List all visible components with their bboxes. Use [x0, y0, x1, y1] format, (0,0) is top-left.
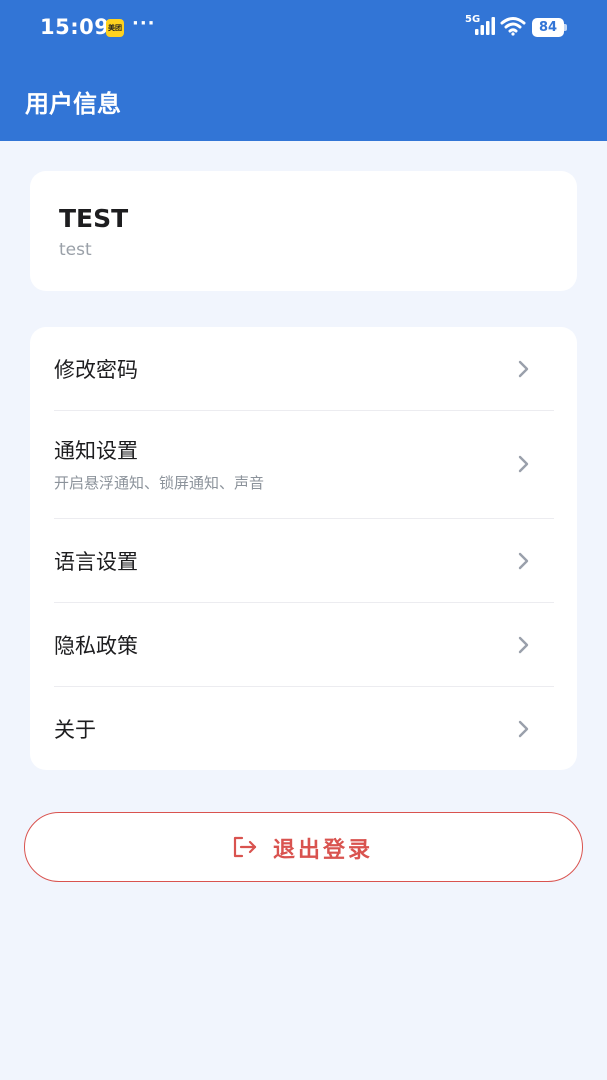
wifi-icon — [500, 17, 526, 36]
menu-item-about[interactable]: 关于 — [30, 687, 577, 770]
chevron-right-icon — [518, 360, 529, 378]
chevron-right-icon — [518, 636, 529, 654]
menu-item-change-password[interactable]: 修改密码 — [30, 327, 577, 410]
menu-item-language-settings[interactable]: 语言设置 — [30, 519, 577, 602]
page-title: 用户信息 — [25, 90, 121, 118]
menu-item-label: 修改密码 — [54, 358, 138, 382]
logout-button[interactable]: 退出登录 — [24, 812, 583, 882]
chevron-right-icon — [518, 455, 529, 473]
menu-item-notification-settings[interactable]: 通知设置 开启悬浮通知、锁屏通知、声音 — [30, 411, 577, 518]
battery-indicator: 84 — [532, 18, 564, 37]
signal-icon — [475, 17, 495, 35]
menu-item-label: 语言设置 — [54, 550, 138, 574]
chevron-right-icon — [518, 720, 529, 738]
user-account: test — [59, 240, 92, 260]
status-bar: 15:09 美团 ··· 5G 84 — [0, 0, 607, 56]
chevron-right-icon — [518, 552, 529, 570]
app-notification-icon: 美团 — [106, 19, 124, 37]
menu-item-label: 关于 — [54, 718, 96, 742]
more-notifications-icon: ··· — [132, 13, 156, 34]
battery-tip — [564, 24, 567, 31]
menu-item-privacy-policy[interactable]: 隐私政策 — [30, 603, 577, 686]
menu-item-description: 开启悬浮通知、锁屏通知、声音 — [54, 474, 265, 492]
user-name: TEST — [59, 204, 129, 233]
app-header: 15:09 美团 ··· 5G 84 用户信息 — [0, 0, 607, 141]
user-profile-card: TEST test — [30, 171, 577, 291]
status-time: 15:09 — [40, 15, 110, 39]
logout-icon — [233, 836, 257, 858]
menu-item-label: 通知设置 — [54, 439, 138, 463]
logout-label: 退出登录 — [273, 838, 374, 863]
menu-item-label: 隐私政策 — [54, 634, 138, 658]
settings-menu: 修改密码 通知设置 开启悬浮通知、锁屏通知、声音 语言设置 隐私政策 关于 — [30, 327, 577, 770]
